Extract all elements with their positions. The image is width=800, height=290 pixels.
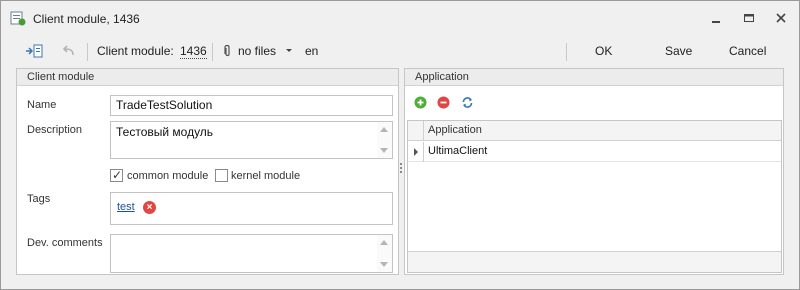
chevron-down-icon[interactable] [284, 47, 294, 55]
tag-test-link[interactable]: test [117, 201, 135, 213]
back-arrow-icon[interactable] [60, 43, 78, 59]
module-id-link[interactable]: 1436 [180, 44, 207, 59]
grid-indicator-header [408, 121, 424, 141]
dev-comments-field[interactable] [110, 234, 393, 273]
language-selector[interactable]: en [305, 44, 318, 58]
common-module-label: common module [127, 170, 209, 182]
grid-footer [408, 251, 781, 272]
description-field[interactable]: Тестовый модуль [110, 121, 393, 159]
panel-splitter[interactable] [399, 161, 403, 177]
name-field[interactable]: TradeTestSolution [110, 95, 393, 116]
application-group: Application Application UltimaClient [404, 68, 784, 275]
save-button[interactable]: Save [665, 44, 692, 58]
row-pointer-icon [414, 148, 418, 156]
toolbar-separator [566, 43, 567, 61]
checkmark-icon: ✓ [112, 168, 123, 182]
client-module-window: Client module, 1436 Client module: 1436 … [0, 0, 800, 290]
files-dropdown[interactable]: no files [238, 44, 276, 58]
scroll-down-icon[interactable] [380, 148, 388, 153]
cancel-button[interactable]: Cancel [729, 44, 766, 58]
module-label: Client module: [97, 44, 174, 58]
column-header-application[interactable]: Application [428, 124, 482, 136]
toolbar-separator [212, 43, 213, 61]
close-icon[interactable] [773, 10, 789, 26]
client-module-group: Client module Name TradeTestSolution Des… [16, 68, 399, 275]
application-header: Application [405, 69, 783, 86]
open-in-window-icon[interactable] [25, 43, 43, 59]
common-module-checkbox[interactable]: ✓ [110, 168, 123, 182]
name-label: Name [27, 99, 57, 111]
tags-label: Tags [27, 193, 51, 205]
grid-header: Application [408, 121, 781, 141]
description-scrollbar[interactable] [377, 122, 392, 158]
dev-comments-label: Dev. comments [27, 237, 103, 249]
description-text: Тестовый модуль [116, 125, 214, 139]
scroll-up-icon[interactable] [380, 127, 388, 132]
tags-field[interactable]: test × [110, 192, 393, 225]
remove-tag-icon[interactable]: × [143, 201, 156, 214]
application-grid[interactable]: Application UltimaClient [407, 120, 782, 273]
title-bar: Client module, 1436 [1, 1, 799, 35]
dev-comments-scrollbar[interactable] [377, 235, 392, 272]
client-module-title: Client module [27, 71, 95, 83]
table-row[interactable]: UltimaClient [408, 142, 781, 162]
ok-button[interactable]: OK [595, 44, 612, 58]
application-title: Application [415, 71, 469, 83]
scroll-up-icon[interactable] [380, 240, 388, 245]
toolbar: Client module: 1436 no files en OK Save … [1, 35, 799, 67]
client-module-header: Client module [17, 69, 398, 86]
remove-icon[interactable] [437, 96, 450, 109]
refresh-icon[interactable] [461, 96, 474, 109]
row-indicator [408, 142, 424, 162]
add-icon[interactable] [414, 96, 427, 109]
row-cell-application[interactable]: UltimaClient [428, 145, 487, 157]
window-title: Client module, 1436 [33, 12, 140, 26]
description-label: Description [27, 124, 83, 136]
module-app-icon [10, 11, 26, 26]
minimize-icon[interactable] [708, 10, 724, 26]
maximize-icon[interactable] [741, 10, 757, 26]
kernel-module-checkbox[interactable] [215, 169, 228, 182]
paperclip-icon[interactable] [220, 43, 238, 59]
kernel-module-label: kernel module [231, 170, 301, 182]
scroll-down-icon[interactable] [380, 262, 388, 267]
toolbar-separator [87, 43, 88, 61]
